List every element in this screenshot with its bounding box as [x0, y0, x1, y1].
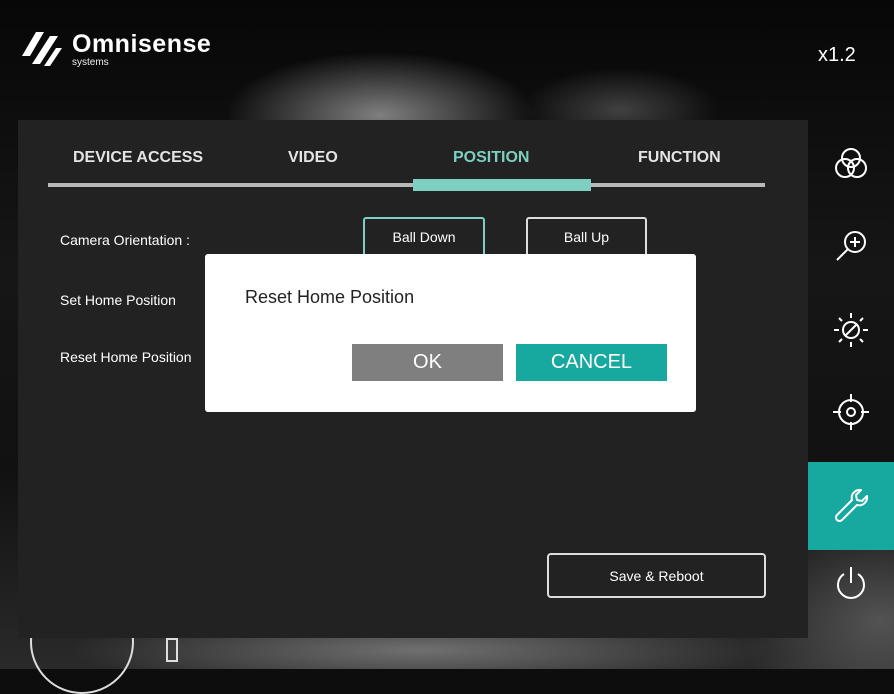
- ball-down-button[interactable]: Ball Down: [363, 217, 485, 257]
- dialog-title: Reset Home Position: [245, 287, 415, 307]
- color-circles-icon: [835, 148, 867, 178]
- sidebar-item-zoom[interactable]: [808, 202, 894, 290]
- tab-video[interactable]: VIDEO: [288, 149, 338, 167]
- zoom-level: x1.2: [818, 44, 856, 66]
- brand-logo: Omnisense systems: [18, 26, 211, 74]
- right-sidebar: [808, 120, 894, 638]
- ball-up-button[interactable]: Ball Up: [526, 217, 647, 257]
- reset-home-dialog: Reset Home Position OK CANCEL: [205, 254, 696, 412]
- sidebar-item-settings[interactable]: [808, 462, 894, 550]
- sidebar-item-color[interactable]: [808, 120, 894, 208]
- ok-button[interactable]: OK: [352, 344, 503, 381]
- tab-function[interactable]: FUNCTION: [638, 149, 721, 167]
- set-home-position-label: Set Home Position: [60, 292, 176, 308]
- brightness-icon: [834, 313, 868, 347]
- cancel-button[interactable]: CANCEL: [516, 344, 667, 381]
- brand-subtitle: systems: [72, 57, 109, 68]
- tilt-indicator: [166, 638, 178, 662]
- camera-orientation-label: Camera Orientation :: [60, 232, 190, 248]
- zoom-in-icon: [836, 231, 866, 261]
- crosshair-icon: [833, 394, 869, 430]
- reset-home-position-label: Reset Home Position: [60, 349, 192, 365]
- active-tab-indicator: [413, 179, 591, 191]
- tab-bar-line: [48, 183, 765, 187]
- power-icon: [837, 567, 865, 599]
- sidebar-item-brightness[interactable]: [808, 286, 894, 374]
- sidebar-item-power[interactable]: [808, 540, 894, 628]
- brand-name: Omnisense: [72, 30, 212, 58]
- save-reboot-button[interactable]: Save & Reboot: [547, 553, 766, 598]
- brand-logo-icon: [22, 32, 62, 66]
- wrench-icon: [834, 488, 869, 523]
- tab-position[interactable]: POSITION: [453, 149, 529, 167]
- tab-device-access[interactable]: DEVICE ACCESS: [73, 149, 203, 167]
- sidebar-item-position[interactable]: [808, 368, 894, 456]
